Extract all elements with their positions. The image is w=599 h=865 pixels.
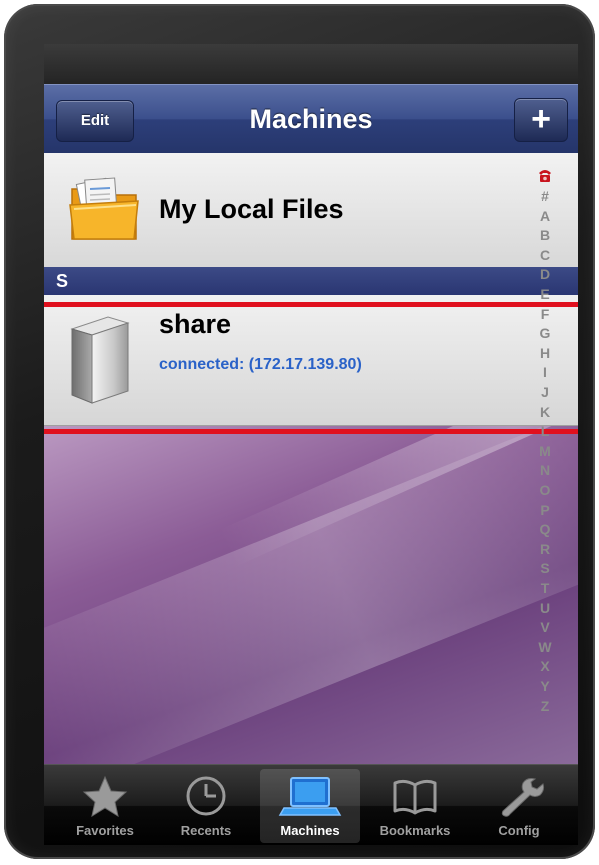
index-letter[interactable]: N	[532, 461, 558, 479]
screen: Edit Machines + My Local Files S share c…	[44, 44, 578, 845]
index-letter[interactable]: J	[532, 383, 558, 401]
local-files-title: My Local Files	[159, 194, 344, 224]
star-icon	[82, 775, 128, 817]
index-letter[interactable]: Z	[532, 697, 558, 715]
tab-recents[interactable]: Recents	[156, 769, 256, 843]
tab-bookmarks[interactable]: Bookmarks	[365, 769, 465, 843]
laptop-icon	[278, 777, 342, 816]
tab-bookmarks-label: Bookmarks	[379, 823, 451, 838]
index-letter[interactable]: B	[532, 226, 558, 244]
section-header-s: S	[44, 267, 578, 296]
index-letter[interactable]: O	[532, 481, 558, 499]
index-letter[interactable]: K	[532, 403, 558, 421]
index-letter[interactable]: E	[532, 285, 558, 303]
index-letter[interactable]: V	[532, 618, 558, 636]
index-letter[interactable]: R	[532, 540, 558, 558]
server-icon	[70, 316, 130, 404]
tab-config[interactable]: Config	[469, 769, 569, 843]
tab-favorites-label: Favorites	[76, 823, 134, 838]
index-letter[interactable]: L	[532, 422, 558, 440]
tab-config-label: Config	[498, 823, 540, 838]
index-letter[interactable]: Q	[532, 520, 558, 538]
add-machine-button[interactable]: +	[514, 98, 568, 142]
tab-machines-label: Machines	[280, 823, 340, 838]
device-frame: Edit Machines + My Local Files S share c…	[4, 4, 595, 859]
list-item-share[interactable]: share connected: (172.17.139.80)	[44, 295, 578, 426]
index-letter[interactable]: X	[532, 657, 558, 675]
tab-favorites[interactable]: Favorites	[55, 769, 155, 843]
navigation-bar: Edit Machines +	[44, 84, 578, 154]
index-letter[interactable]: F	[532, 305, 558, 323]
connection-status: connected: (172.17.139.80)	[159, 356, 362, 373]
index-letter[interactable]: A	[532, 207, 558, 225]
share-title: share	[159, 309, 232, 339]
book-icon	[393, 779, 437, 815]
index-letter[interactable]: Y	[532, 677, 558, 695]
index-letter[interactable]: S	[532, 559, 558, 577]
tab-recents-label: Recents	[180, 823, 232, 838]
page-title: Machines	[249, 104, 373, 134]
tab-machines[interactable]: Machines	[260, 769, 360, 843]
index-letter[interactable]: P	[532, 501, 558, 519]
index-letter[interactable]: #	[532, 187, 558, 205]
folder-icon	[69, 177, 139, 240]
index-letter[interactable]: U	[532, 599, 558, 617]
index-letter[interactable]: G	[532, 324, 558, 342]
phone-icon	[539, 170, 551, 182]
index-letter[interactable]: H	[532, 344, 558, 362]
index-letter[interactable]: T	[532, 579, 558, 597]
machines-list: My Local Files S share connected: (172.1…	[44, 153, 578, 764]
status-bar	[44, 44, 578, 85]
index-letter[interactable]: D	[532, 265, 558, 283]
list-item-local-files[interactable]: My Local Files	[44, 153, 578, 268]
tab-bar: Favorites Recents Machines Bookmarks Con…	[44, 764, 578, 845]
index-letter[interactable]: C	[532, 246, 558, 264]
index-letter[interactable]: I	[532, 363, 558, 381]
section-index-bar[interactable]: # A B C D E F G H I J K L M N O P Q R S T U V W X Y Z	[532, 170, 558, 753]
index-letter[interactable]: W	[532, 638, 558, 656]
clock-icon	[186, 776, 226, 816]
wrench-icon	[501, 778, 545, 817]
index-letter[interactable]: M	[532, 442, 558, 460]
